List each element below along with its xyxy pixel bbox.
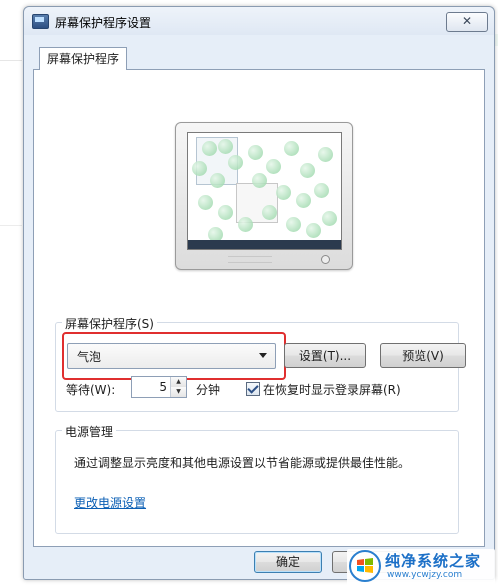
power-description: 通过调整显示亮度和其他电源设置以节省能源或提供最佳性能。 [74, 456, 411, 470]
resume-logon-checkbox[interactable] [246, 382, 260, 396]
window-title: 屏幕保护程序设置 [55, 16, 152, 30]
tab-panel: 屏幕保护程序(S) 气泡 设置(T)... 预览(V) 等待(W): 5 ▲ ▼… [33, 69, 485, 547]
stepper-down-icon[interactable]: ▼ [171, 387, 186, 397]
display-settings-icon [32, 14, 49, 29]
ok-button[interactable]: 确定 [254, 551, 322, 573]
power-legend: 电源管理 [62, 423, 117, 440]
windows-logo-icon [349, 550, 381, 582]
wait-value[interactable]: 5 [159, 380, 167, 394]
change-power-settings-link[interactable]: 更改电源设置 [74, 494, 146, 511]
wait-label: 等待(W): [66, 383, 116, 397]
watermark-title: 纯净系统之家 [385, 552, 482, 570]
preview-screen [187, 132, 342, 250]
watermark-url: www.ycwjzy.com [387, 570, 463, 580]
monitor-power-icon [321, 255, 330, 264]
resume-logon-label[interactable]: 在恢复时显示登录屏幕(R) [263, 381, 401, 398]
screensaver-selected: 气泡 [77, 350, 102, 364]
wait-stepper[interactable]: 5 ▲ ▼ [131, 376, 187, 398]
tab-screensaver[interactable]: 屏幕保护程序 [39, 47, 127, 70]
screensaver-dialog: 屏幕保护程序设置 ✕ 屏幕保护程序 屏幕保护程序(S) 气泡 设置(T)... … [23, 6, 495, 580]
monitor-preview [175, 122, 353, 270]
screensaver-select[interactable]: 气泡 [67, 343, 276, 369]
minutes-label: 分钟 [196, 383, 221, 397]
chevron-down-icon [259, 353, 267, 358]
close-button[interactable]: ✕ [446, 12, 488, 32]
settings-button[interactable]: 设置(T)... [284, 343, 366, 368]
power-group: 电源管理 [55, 423, 459, 534]
screensaver-legend: 屏幕保护程序(S) [62, 315, 157, 332]
site-watermark: 纯净系统之家 www.ycwjzy.com [347, 549, 495, 585]
preview-button[interactable]: 预览(V) [380, 343, 466, 368]
title-bar[interactable]: 屏幕保护程序设置 ✕ [24, 7, 494, 35]
